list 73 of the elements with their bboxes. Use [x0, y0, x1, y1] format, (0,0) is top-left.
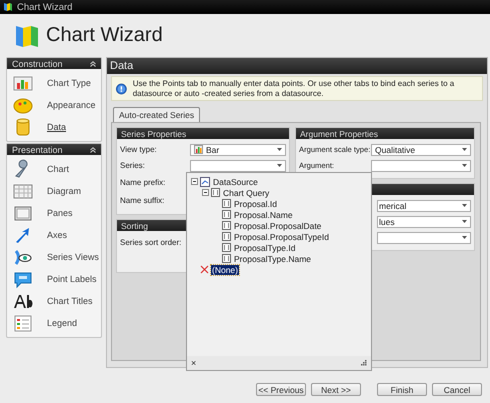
- series-views-icon: [13, 247, 33, 267]
- wizard-button[interactable]: Finish: [377, 383, 427, 396]
- dropdown-field[interactable]: [190, 160, 286, 172]
- tree-item[interactable]: Proposal.ProposalTypeId: [233, 232, 330, 242]
- table-icon: [222, 210, 231, 219]
- field-label: View type:: [120, 145, 158, 154]
- dropdown-field[interactable]: merical: [377, 200, 471, 212]
- panel-title: Argument Properties: [300, 128, 378, 138]
- tree-item[interactable]: (None): [211, 264, 239, 274]
- table-icon: [222, 221, 231, 230]
- wizard-button[interactable]: Cancel: [432, 383, 482, 396]
- wizard-button[interactable]: Next >>: [311, 383, 361, 396]
- tree-item[interactable]: Chart Query: [222, 188, 270, 198]
- dropdown-arrow-icon: [277, 164, 282, 167]
- dropdown-field[interactable]: [377, 232, 471, 244]
- sidebar-item[interactable]: Chart Titles: [47, 296, 93, 306]
- table-icon: [222, 199, 231, 208]
- table-icon: [222, 232, 231, 241]
- app-logo-icon: [3, 2, 13, 12]
- close-button[interactable]: ×: [191, 358, 196, 368]
- info-icon: [116, 80, 127, 96]
- dropdown-arrow-icon: [462, 148, 467, 151]
- sidebar-item[interactable]: Data: [47, 122, 66, 132]
- dropdown-field[interactable]: Qualitative: [371, 144, 471, 156]
- page-title: Data: [110, 60, 134, 72]
- dropdown-field[interactable]: Bar: [190, 144, 286, 156]
- sidebar-item[interactable]: Point Labels: [47, 274, 97, 284]
- sidebar-item[interactable]: Legend: [47, 318, 78, 328]
- resize-grip-icon[interactable]: [361, 360, 367, 366]
- dropdown-arrow-icon: [462, 220, 467, 223]
- tab[interactable]: Auto-created Series: [113, 107, 200, 122]
- collapse-toggle[interactable]: [202, 189, 209, 196]
- table-icon: [222, 254, 231, 263]
- sidebar-item[interactable]: Panes: [47, 208, 73, 218]
- dropdown-field[interactable]: [371, 160, 471, 172]
- sidebar-item[interactable]: Axes: [47, 230, 68, 240]
- dropdown-arrow-icon: [462, 164, 467, 167]
- tree-item[interactable]: Proposal.Name: [233, 210, 294, 220]
- info-text: Use the Points tab to manually enter data points. Or use other tabs to bind each series to a datasource or auto -created series from a datasource.: [132, 79, 456, 98]
- legend-icon: [13, 313, 33, 333]
- sidebar-item[interactable]: Appearance: [47, 100, 96, 110]
- sidebar-item[interactable]: Chart Type: [47, 78, 91, 88]
- wizard-button[interactable]: << Previous: [256, 383, 306, 396]
- collapse-toggle[interactable]: [191, 178, 198, 185]
- collapse-icon[interactable]: [90, 146, 96, 152]
- tree-item[interactable]: ProposalType.Name: [233, 254, 312, 264]
- table-icon: [222, 243, 231, 252]
- cross-icon: [200, 265, 209, 274]
- group-title: Presentation: [12, 144, 63, 154]
- wizard-title: Chart Wizard: [46, 24, 163, 47]
- panel-title: Sorting: [121, 220, 148, 230]
- group-header[interactable]: Construction: [7, 58, 101, 69]
- dropdown-arrow-icon: [462, 236, 467, 239]
- field-label: Series sort order:: [120, 238, 182, 247]
- tree-item[interactable]: Proposal.ProposalDate: [233, 220, 322, 230]
- dropdown-arrow-icon: [277, 148, 282, 151]
- field-label: Series:: [120, 161, 146, 170]
- tree-item[interactable]: Proposal.Id: [233, 198, 278, 208]
- sidebar-item[interactable]: Series Views: [47, 252, 99, 262]
- table-icon: [211, 188, 220, 197]
- field-label: Name suffix:: [120, 196, 166, 205]
- group-header[interactable]: Presentation: [7, 144, 101, 155]
- collapse-icon[interactable]: [90, 60, 96, 66]
- group-title: Construction: [12, 58, 63, 68]
- window-title: Chart Wizard: [17, 2, 72, 12]
- tree-item[interactable]: ProposalType.Id: [233, 242, 296, 252]
- dropdown-field[interactable]: lues: [377, 216, 471, 228]
- sidebar-item[interactable]: Chart: [47, 164, 70, 174]
- field-label: Name prefix:: [120, 178, 166, 187]
- sidebar-item[interactable]: Diagram: [47, 186, 82, 196]
- dropdown-arrow-icon: [462, 204, 467, 207]
- panel-title: Series Properties: [121, 128, 186, 138]
- tree-item[interactable]: DataSource: [212, 176, 259, 186]
